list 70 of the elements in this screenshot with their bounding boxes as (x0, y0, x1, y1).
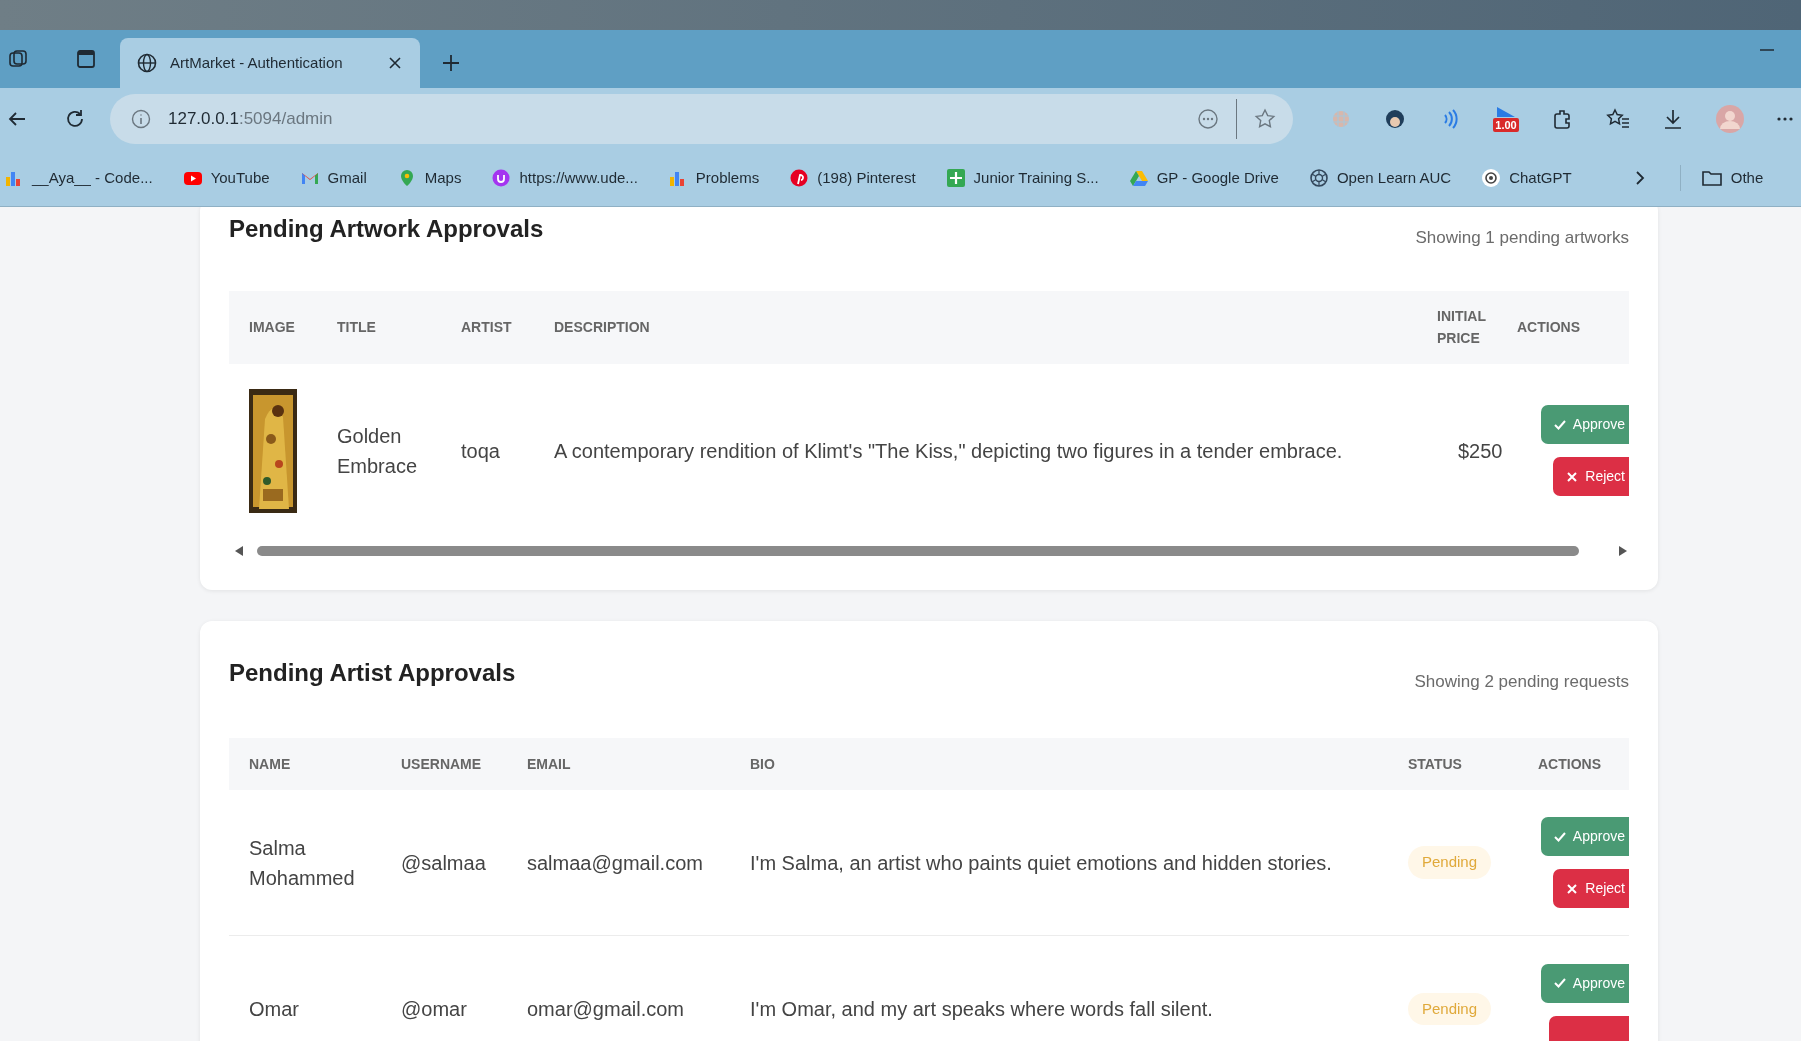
address-bar[interactable]: 127.0.0.1:5094/admin (110, 94, 1293, 144)
bio-text: I'm Omar, and my art speaks where words fall silent. (750, 997, 1214, 1022)
column-header: INITIAL PRICE (1437, 307, 1487, 348)
column-header: IMAGE (249, 318, 295, 337)
vertical-tabs-icon[interactable] (74, 47, 98, 71)
artist-name: Salma Mohammed (249, 835, 356, 891)
column-header: NAME (249, 754, 292, 774)
column-header: ACTIONS (1538, 754, 1602, 774)
check-icon (1552, 976, 1567, 990)
folder-icon (1700, 168, 1723, 188)
bookmark-link[interactable]: ChatGPT (1481, 166, 1572, 190)
column-header: USERNAME (401, 754, 483, 774)
username-text: @omar (401, 997, 468, 1022)
close-icon (1565, 469, 1580, 484)
column-header: EMAIL (527, 754, 572, 774)
globe-icon (136, 52, 158, 74)
extension-icon[interactable] (1383, 107, 1407, 131)
column-header: ACTIONS (1517, 318, 1580, 337)
bookmark-link[interactable]: YouTube (182, 166, 270, 190)
scroll-left-icon[interactable] (233, 544, 245, 557)
knot-icon (1481, 168, 1502, 188)
summary-text: Showing 2 pending requests (1414, 670, 1629, 693)
tab-title: ArtMarket - Authentication (170, 52, 344, 73)
status-badge: Pending (1408, 992, 1492, 1026)
column-header: TITLE (337, 318, 376, 337)
column-header: BIO (750, 754, 776, 774)
speed-badge: 1.00 (1493, 118, 1519, 132)
description-text: A contemporary rendition of Klimt's "The Kiss," depicting two figures in a tender embrace. (554, 438, 1344, 464)
bookmark-link[interactable]: Open Learn AUC (1308, 166, 1452, 190)
bookmark-link[interactable]: __Aya__ - Code... (4, 166, 153, 190)
info-icon (130, 108, 152, 130)
bookmark-link[interactable]: GP - Google Drive (1128, 166, 1279, 190)
email-text: omar@gmail.com (527, 997, 685, 1022)
triangle-icon (1128, 168, 1149, 188)
url-text[interactable]: 127.0.0.1:5094/admin (168, 106, 1196, 132)
plus-icon (945, 168, 966, 188)
bookmark-link[interactable]: Problems (667, 166, 760, 190)
price-text: $250 (1457, 438, 1504, 464)
bio-text: I'm Salma, an artist who paints quiet emotions and hidden stories. (750, 850, 1333, 876)
u-letter-icon (491, 168, 512, 188)
star-icon[interactable] (1253, 107, 1277, 131)
browser-tab[interactable]: ArtMarket - Authentication (120, 38, 420, 88)
more-options-icon[interactable] (1196, 107, 1220, 131)
p-letter-icon (789, 168, 810, 188)
scroll-right-icon[interactable] (1617, 544, 1629, 557)
close-icon (1565, 881, 1580, 896)
bookmark-link[interactable]: (198) Pinterest (789, 166, 916, 190)
artist-name: Omar (249, 997, 300, 1022)
artwork-title: Golden Embrace (337, 423, 419, 479)
new-tab-icon[interactable] (440, 52, 462, 74)
column-header: STATUS (1408, 754, 1463, 774)
column-header: DESCRIPTION (554, 318, 650, 337)
other-bookmarks-link[interactable]: Othe (1700, 166, 1764, 190)
artist-name: toqa (461, 438, 501, 464)
bookmark-link[interactable]: Maps (396, 166, 462, 190)
status-badge: Pending (1408, 846, 1492, 879)
username-text: @salmaa (401, 850, 487, 876)
summary-text: Showing 1 pending artworks (1415, 227, 1629, 249)
bookmark-link[interactable]: Junior Training S... (945, 166, 1099, 190)
favorites-icon[interactable] (1605, 107, 1631, 131)
section-title: Pending Artwork Approvals (229, 214, 544, 244)
bookmark-link[interactable]: Gmail (299, 166, 367, 190)
reject-button[interactable]: Reject (1553, 457, 1629, 496)
aperture-icon (1308, 168, 1329, 188)
column-header: ARTIST (461, 318, 512, 337)
reload-icon[interactable] (64, 108, 86, 130)
reject-button[interactable]: Reject (1553, 869, 1629, 908)
section-title: Pending Artist Approvals (229, 657, 516, 688)
email-text: salmaa@gmail.com (527, 850, 704, 876)
bookmark-link[interactable]: https://www.ude... (491, 166, 638, 190)
